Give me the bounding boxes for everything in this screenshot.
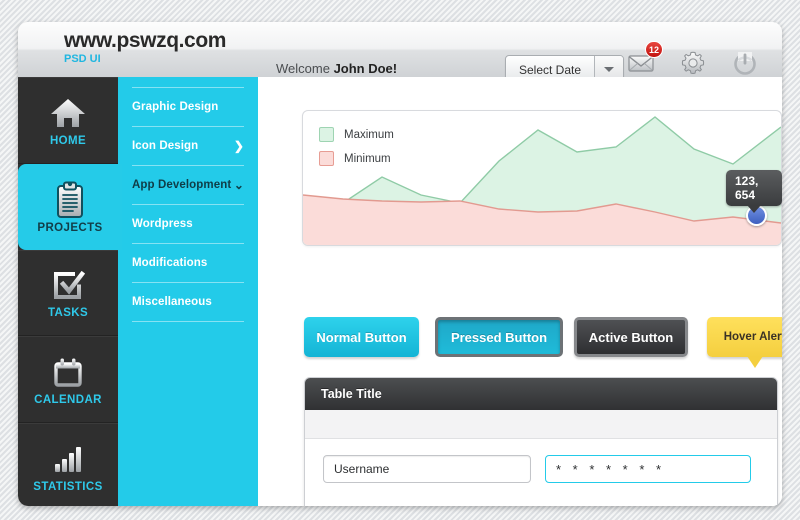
submenu-item-wordpress[interactable]: Wordpress bbox=[132, 204, 244, 243]
sidebar-label-home: HOME bbox=[49, 134, 87, 147]
app-header: www.pswzq.com PSD UI Welcome John Doe! S… bbox=[18, 22, 782, 84]
submenu-label: Icon Design bbox=[132, 140, 199, 152]
sidebar-item-statistics[interactable]: STATISTICS bbox=[18, 423, 118, 506]
clipboard-icon bbox=[54, 180, 86, 220]
submenu-item-graphic-design[interactable]: Graphic Design bbox=[132, 87, 244, 126]
welcome-message: Welcome John Doe! bbox=[276, 61, 397, 76]
gear-icon bbox=[681, 51, 705, 74]
power-button[interactable] bbox=[730, 48, 760, 78]
table-header-strip bbox=[305, 410, 777, 439]
submenu-list: Graphic Design Icon Design ❯ App Develop… bbox=[118, 77, 258, 360]
content-area: Maximum Minimum 123, 654 Normal Button P… bbox=[258, 77, 782, 506]
legend-swatch-minimum bbox=[319, 151, 334, 166]
submenu-label: Wordpress bbox=[132, 218, 193, 230]
home-icon bbox=[48, 93, 88, 133]
chevron-down-icon bbox=[604, 67, 614, 72]
header-icon-group: 12 bbox=[626, 41, 760, 78]
checkbox-icon bbox=[51, 265, 85, 305]
legend-swatch-maximum bbox=[319, 127, 334, 142]
legend-label-maximum: Maximum bbox=[344, 128, 394, 141]
area-chart-card: Maximum Minimum bbox=[302, 110, 782, 246]
sidebar-item-projects[interactable]: PROJECTS bbox=[18, 163, 122, 250]
welcome-prefix: Welcome bbox=[276, 61, 334, 76]
settings-button[interactable] bbox=[678, 48, 708, 78]
chart-tooltip: 123, 654 bbox=[726, 170, 782, 213]
sidebar-item-tasks[interactable]: TASKS bbox=[18, 250, 118, 337]
table-title: Table Title bbox=[305, 378, 777, 410]
app-window: www.pswzq.com PSD UI Welcome John Doe! S… bbox=[18, 22, 782, 506]
sidebar-item-home[interactable]: HOME bbox=[18, 77, 118, 164]
sidebar-item-calendar[interactable]: CALENDAR bbox=[18, 336, 118, 424]
sidebar-label-tasks: TASKS bbox=[47, 307, 89, 320]
pressed-button[interactable]: Pressed Button bbox=[435, 317, 563, 357]
submenu-label: Graphic Design bbox=[132, 101, 219, 113]
mail-button[interactable]: 12 bbox=[626, 41, 663, 78]
submenu-divider bbox=[132, 321, 244, 360]
power-icon bbox=[734, 52, 756, 75]
table-body: Username * * * * * * * bbox=[305, 439, 777, 499]
legend-item-maximum: Maximum bbox=[319, 127, 394, 142]
bar-chart-icon bbox=[51, 439, 85, 479]
submenu-label: App Development bbox=[132, 179, 232, 191]
welcome-username: John Doe! bbox=[333, 61, 398, 76]
active-button[interactable]: Active Button bbox=[574, 317, 688, 357]
chevron-right-icon: ❯ bbox=[233, 139, 244, 153]
submenu-item-miscellaneous[interactable]: Miscellaneous bbox=[132, 282, 244, 321]
brand-subtitle: PSD UI bbox=[64, 53, 101, 65]
username-input[interactable]: Username bbox=[323, 455, 531, 483]
submenu-label: Modifications bbox=[132, 257, 208, 269]
normal-button[interactable]: Normal Button bbox=[304, 317, 419, 357]
sidebar-label-projects: PROJECTS bbox=[37, 221, 103, 234]
sidebar-label-calendar: CALENDAR bbox=[34, 394, 102, 407]
legend-item-minimum: Minimum bbox=[319, 151, 394, 166]
chart-legend: Maximum Minimum bbox=[319, 127, 394, 175]
submenu-item-modifications[interactable]: Modifications bbox=[132, 243, 244, 282]
submenu-label: Miscellaneous bbox=[132, 296, 212, 308]
calendar-icon bbox=[51, 352, 85, 392]
submenu-item-icon-design[interactable]: Icon Design ❯ bbox=[132, 126, 244, 165]
sidebar-label-statistics: STATISTICS bbox=[33, 481, 103, 494]
password-input[interactable]: * * * * * * * bbox=[545, 455, 751, 483]
hover-alert-button[interactable]: Hover Alert bbox=[707, 317, 782, 368]
mail-badge: 12 bbox=[644, 41, 663, 58]
table-panel: Table Title Username * * * * * * * bbox=[304, 377, 778, 506]
legend-label-minimum: Minimum bbox=[344, 152, 391, 165]
brand-title: www.pswzq.com bbox=[64, 29, 227, 52]
main-sidebar: HOME PROJECTS TASKS CALENDAR STATISTICS bbox=[18, 77, 122, 506]
submenu-item-app-development[interactable]: App Development ⌄ bbox=[132, 165, 244, 204]
chevron-down-icon: ⌄ bbox=[233, 178, 244, 192]
submenu-panel: Graphic Design Icon Design ❯ App Develop… bbox=[118, 77, 258, 506]
brand: www.pswzq.com PSD UI bbox=[64, 30, 226, 66]
